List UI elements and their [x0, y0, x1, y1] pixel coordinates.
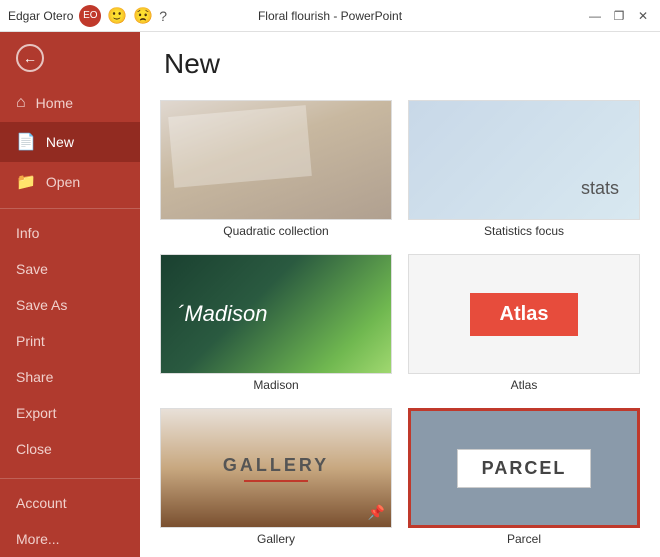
template-label-quadratic: Quadratic collection [160, 220, 392, 242]
user-area: Edgar Otero EO 🙂 😟 ? [8, 5, 167, 27]
template-statistics[interactable]: stats Statistics focus [404, 96, 644, 246]
back-button[interactable]: ← [0, 32, 140, 84]
sidebar-item-home[interactable]: ⌂ Home [0, 84, 140, 122]
sidebar-nav: ⌂ Home 📄 New 📁 Open Info Save Save As [0, 84, 140, 467]
close-button[interactable]: ✕ [634, 7, 652, 25]
app-title: Floral flourish - PowerPoint [258, 9, 402, 23]
back-icon: ← [16, 44, 44, 72]
sidebar-bottom-divider [0, 478, 140, 479]
template-thumb-quadratic [160, 100, 392, 220]
sidebar-item-print[interactable]: Print [0, 323, 140, 359]
sidebar-home-label: Home [36, 95, 73, 111]
sad-icon: 😟 [133, 6, 153, 26]
sidebar-divider [0, 208, 140, 209]
templates-grid: Quadratic collection stats Statistics fo… [156, 96, 644, 557]
account-label: Account [16, 495, 67, 511]
templates-area[interactable]: Quadratic collection stats Statistics fo… [140, 88, 660, 557]
open-icon: 📁 [16, 172, 36, 192]
info-label: Info [16, 225, 39, 241]
sidebar-item-open[interactable]: 📁 Open [0, 162, 140, 202]
app-body: ← ⌂ Home 📄 New 📁 Open Info Save [0, 32, 660, 557]
template-label-madison: Madison [160, 374, 392, 396]
sidebar-item-share[interactable]: Share [0, 359, 140, 395]
saveas-label: Save As [16, 297, 67, 313]
template-thumb-atlas: Atlas [408, 254, 640, 374]
page-title: New [164, 48, 636, 80]
sidebar-new-label: New [46, 134, 74, 150]
madison-text: ´Madison [177, 301, 267, 327]
template-thumb-statistics: stats [408, 100, 640, 220]
sidebar-bottom: Account More... [0, 472, 140, 557]
print-label: Print [16, 333, 45, 349]
sidebar-item-save[interactable]: Save [0, 251, 140, 287]
parcel-box: PARCEL [457, 449, 592, 488]
template-madison[interactable]: ´Madison Madison [156, 250, 396, 400]
template-label-statistics: Statistics focus [408, 220, 640, 242]
template-label-atlas: Atlas [408, 374, 640, 396]
sidebar-item-export[interactable]: Export [0, 395, 140, 431]
help-icon: ? [159, 8, 167, 24]
sidebar-item-more[interactable]: More... [0, 521, 140, 557]
sidebar-open-label: Open [46, 174, 80, 190]
smiley-icon: 🙂 [107, 6, 127, 26]
template-thumb-madison: ´Madison [160, 254, 392, 374]
save-label: Save [16, 261, 48, 277]
window-controls[interactable]: — ❐ ✕ [586, 7, 652, 25]
pin-icon: 📌 [368, 504, 385, 521]
minimize-button[interactable]: — [586, 7, 604, 25]
template-label-gallery: Gallery [160, 528, 392, 550]
template-parcel[interactable]: PARCEL Parcel [404, 404, 644, 554]
template-atlas[interactable]: Atlas Atlas [404, 250, 644, 400]
gallery-text: GALLERY [223, 455, 329, 476]
title-bar: Floral flourish - PowerPoint Edgar Otero… [0, 0, 660, 32]
template-thumb-gallery: GALLERY 📌 [160, 408, 392, 528]
sidebar-item-saveas[interactable]: Save As [0, 287, 140, 323]
main-content: New Quadratic collection st [140, 32, 660, 557]
sidebar-item-close[interactable]: Close [0, 431, 140, 467]
more-label: More... [16, 531, 60, 547]
new-icon: 📄 [16, 132, 36, 152]
avatar: EO [79, 5, 101, 27]
main-header: New [140, 32, 660, 88]
atlas-box: Atlas [470, 293, 579, 336]
template-quadratic[interactable]: Quadratic collection [156, 96, 396, 246]
sidebar: ← ⌂ Home 📄 New 📁 Open Info Save [0, 32, 140, 557]
share-label: Share [16, 369, 53, 385]
user-name: Edgar Otero [8, 9, 73, 23]
template-gallery[interactable]: GALLERY 📌 Gallery [156, 404, 396, 554]
restore-button[interactable]: ❐ [610, 7, 628, 25]
sidebar-item-new[interactable]: 📄 New [0, 122, 140, 162]
gallery-line [244, 480, 308, 482]
template-thumb-parcel: PARCEL [408, 408, 640, 528]
sidebar-item-info[interactable]: Info [0, 215, 140, 251]
sidebar-item-account[interactable]: Account [0, 485, 140, 521]
home-icon: ⌂ [16, 94, 26, 112]
export-label: Export [16, 405, 56, 421]
close-label: Close [16, 441, 52, 457]
template-label-parcel: Parcel [408, 528, 640, 550]
